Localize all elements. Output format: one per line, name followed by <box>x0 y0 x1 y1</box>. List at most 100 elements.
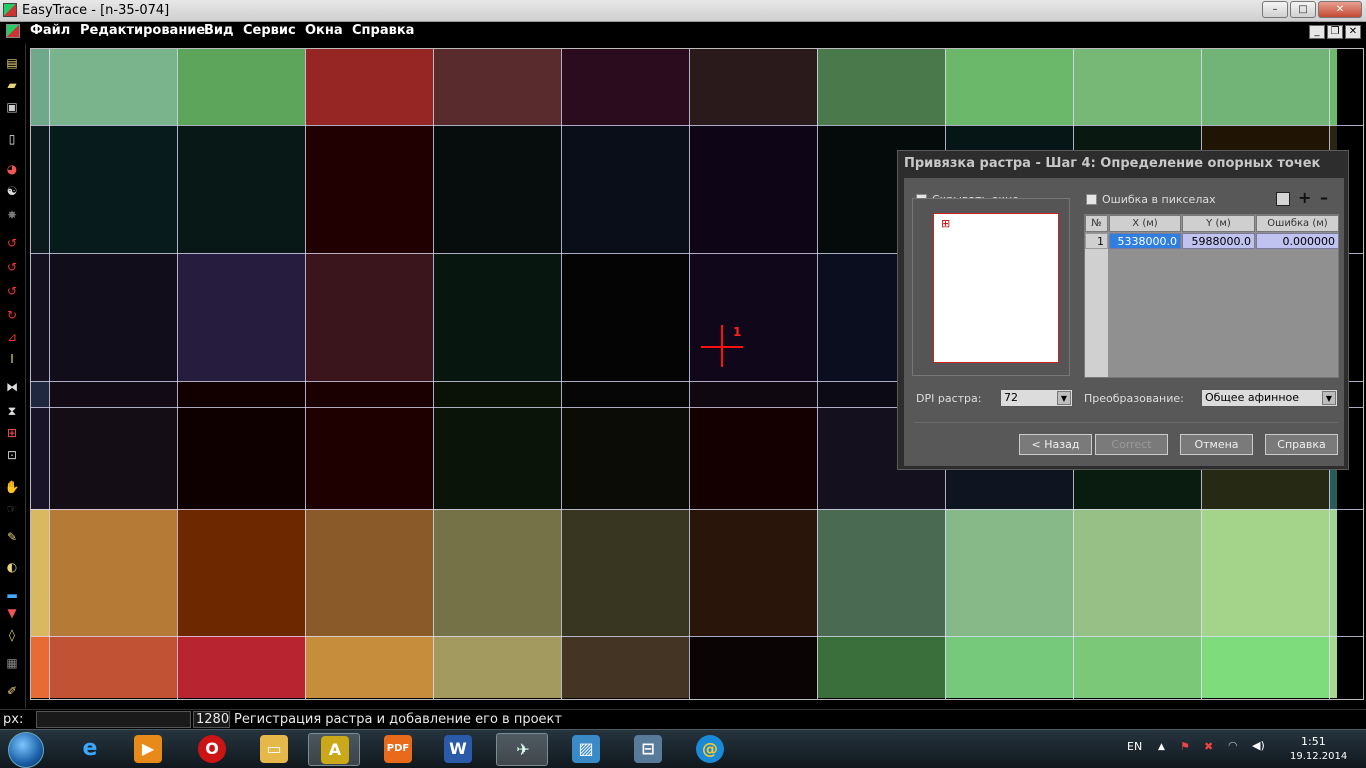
easytrace-icon: A <box>321 736 349 764</box>
table-cell-error[interactable]: 0.000000 <box>1256 233 1339 249</box>
taskbar-telegram[interactable]: ✈ <box>496 733 548 766</box>
new-file-icon[interactable]: ▤ <box>3 54 21 72</box>
mdi-restore-button[interactable]: ❐ <box>1327 25 1343 39</box>
paper-plane-icon: ✈ <box>516 740 530 759</box>
table-cell-x[interactable]: 5338000.0 <box>1109 233 1181 249</box>
rotate-270-icon[interactable]: ↺ <box>3 282 21 300</box>
network-icon: ⊟ <box>634 735 662 763</box>
language-indicator[interactable]: EN <box>1127 740 1142 753</box>
mirror-horizontal-icon[interactable]: ⧓ <box>3 378 21 396</box>
rotate-free-icon[interactable]: ↻ <box>3 306 21 324</box>
add-point-icon[interactable]: + <box>1298 188 1311 207</box>
resize-icon[interactable]: ⊞ <box>3 424 21 442</box>
raster-tile <box>305 509 433 636</box>
pencil-icon[interactable]: ✐ <box>3 682 21 700</box>
taskbar-word[interactable]: W <box>432 733 484 766</box>
wifi-icon[interactable]: ◠ <box>1228 739 1238 752</box>
remove-point-icon[interactable]: – <box>1320 188 1328 207</box>
table-cell-y[interactable]: 5988000.0 <box>1182 233 1255 249</box>
hand-icon[interactable]: ✋ <box>3 478 21 496</box>
menu-service[interactable]: Сервис <box>243 23 296 38</box>
taskbar-ie[interactable]: e <box>64 733 116 766</box>
pixel-error-checkbox[interactable] <box>1086 194 1097 205</box>
raster-preview[interactable]: ⊞ <box>933 213 1059 363</box>
grid-line-vertical <box>177 49 178 699</box>
raster-tile <box>433 253 561 381</box>
rotate-90-icon[interactable]: ↺ <box>3 234 21 252</box>
rotate-180-icon[interactable]: ↺ <box>3 258 21 276</box>
hand-point-icon[interactable]: ☞ <box>3 500 21 518</box>
grid-line-vertical <box>817 49 818 699</box>
raster-tile <box>177 381 305 407</box>
column-number[interactable]: № <box>1085 215 1108 232</box>
brush-icon[interactable]: ✎ <box>3 528 21 546</box>
maximize-button[interactable]: □ <box>1290 1 1316 18</box>
control-points-table[interactable]: № X (м) Y (м) Ошибка (м) 1 5338000.0 598… <box>1084 214 1339 378</box>
page-icon[interactable]: ▯ <box>3 130 21 148</box>
security-icon[interactable]: ✖ <box>1204 740 1213 753</box>
taskbar-media-player[interactable]: ▶ <box>122 733 174 766</box>
levels-icon[interactable]: ▼ <box>3 604 21 622</box>
raster-tile <box>433 49 561 125</box>
menu-edit[interactable]: Редактирование <box>80 23 205 38</box>
document-icon[interactable] <box>6 24 20 38</box>
chevron-down-icon[interactable]: ▼ <box>1322 391 1336 405</box>
taskbar-easytrace[interactable]: A <box>308 733 360 766</box>
taskbar-mail[interactable]: @ <box>684 733 736 766</box>
mirror-vertical-icon[interactable]: ⧗ <box>3 402 21 420</box>
drop-icon[interactable]: ◊ <box>3 626 21 644</box>
save-icon[interactable]: ▣ <box>3 98 21 116</box>
save-points-icon[interactable] <box>1276 192 1290 206</box>
raster-tile <box>1201 636 1329 698</box>
raster-tile <box>177 49 305 125</box>
text-cursor-icon[interactable]: Ⅰ <box>3 350 21 368</box>
volume-icon[interactable]: ◀) <box>1252 739 1265 752</box>
taskbar-explorer[interactable]: ▭ <box>248 733 300 766</box>
color-wheel-icon[interactable]: ◕ <box>3 160 21 178</box>
transform-select[interactable]: Общее афинное ▼ <box>1201 389 1338 407</box>
flag-icon[interactable]: ⚑ <box>1180 740 1190 753</box>
word-icon: W <box>444 735 472 763</box>
column-x[interactable]: X (м) <box>1109 215 1181 232</box>
raster-tile <box>49 49 177 125</box>
chevron-down-icon[interactable]: ▼ <box>1057 391 1071 405</box>
table-row-number[interactable]: 1 <box>1085 233 1108 249</box>
open-folder-icon[interactable]: ▰ <box>3 76 21 94</box>
raster-binding-dialog: Привязка растра - Шаг 4: Определение опо… <box>897 150 1349 470</box>
help-button[interactable]: Справка <box>1265 434 1338 455</box>
cancel-button[interactable]: Отмена <box>1180 434 1253 455</box>
transform-icon[interactable]: ⊡ <box>3 446 21 464</box>
histogram-icon[interactable]: ▂ <box>3 582 21 600</box>
correct-button[interactable]: Correct <box>1095 434 1168 455</box>
menu-view[interactable]: Вид <box>204 23 234 38</box>
taskbar-pdf[interactable]: PDF <box>372 733 424 766</box>
start-button[interactable] <box>8 732 44 768</box>
status-message: Регистрация растра и добавление его в пр… <box>234 712 562 727</box>
filter-icon[interactable]: ✸ <box>3 206 21 224</box>
tray-arrow-icon[interactable]: ▲ <box>1158 742 1165 752</box>
menu-file[interactable]: Файл <box>30 23 70 38</box>
menu-help[interactable]: Справка <box>352 23 414 38</box>
menu-windows[interactable]: Окна <box>305 23 343 38</box>
taskbar-image-viewer[interactable]: ▨ <box>560 733 612 766</box>
minimize-button[interactable]: – <box>1262 1 1288 18</box>
column-y[interactable]: Y (м) <box>1182 215 1255 232</box>
raster-tile <box>1329 509 1337 636</box>
clock-time[interactable]: 1:51 <box>1301 735 1326 748</box>
grid-icon[interactable]: ▦ <box>3 654 21 672</box>
dpi-select[interactable]: 72 ▼ <box>1000 389 1073 407</box>
angle-icon[interactable]: ⊿ <box>3 328 21 346</box>
clock-date[interactable]: 19.12.2014 <box>1290 751 1347 762</box>
column-error[interactable]: Ошибка (м) <box>1256 215 1339 232</box>
mdi-minimize-button[interactable]: _ <box>1309 25 1325 39</box>
back-button[interactable]: < Назад <box>1019 434 1092 455</box>
yin-yang-icon[interactable]: ☯ <box>3 182 21 200</box>
close-button[interactable]: ✕ <box>1318 1 1362 18</box>
taskbar-opera[interactable]: O <box>186 733 238 766</box>
mdi-close-button[interactable]: ✕ <box>1345 25 1361 39</box>
raster-tile <box>305 636 433 698</box>
raster-tile <box>689 49 817 125</box>
taskbar-network[interactable]: ⊟ <box>622 733 674 766</box>
brightness-icon[interactable]: ◐ <box>3 558 21 576</box>
coord-label: px: <box>3 712 24 727</box>
